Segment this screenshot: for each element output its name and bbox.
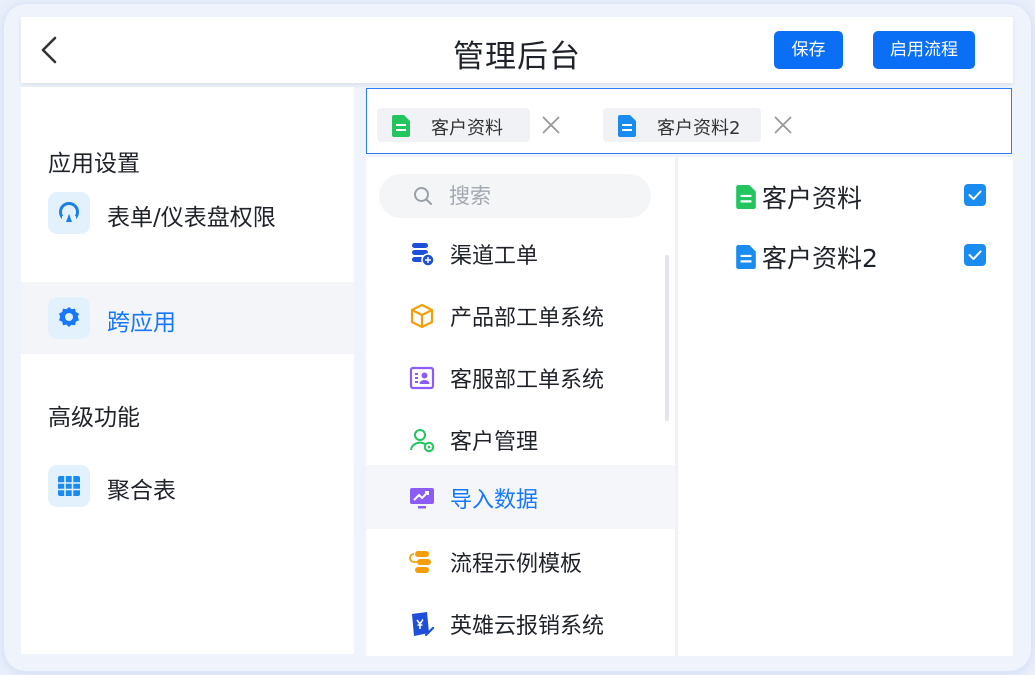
form-item-label: 客户资料2 bbox=[762, 244, 878, 273]
form-doc-icon bbox=[736, 245, 756, 269]
form-item[interactable]: 客户资料2 bbox=[678, 231, 1014, 281]
sidebar-item-form-dashboard-permission[interactable]: 表单/仪表盘权限 bbox=[21, 177, 354, 249]
app-item-label: 客户管理 bbox=[450, 430, 539, 455]
sidebar-item-label: 表单/仪表盘权限 bbox=[107, 205, 276, 231]
form-list-panel: 客户资料 客户资料2 bbox=[677, 157, 1013, 656]
app-list-panel: 渠道工单 产品部工单系统 客服部工单系统 客户管理 bbox=[366, 157, 675, 656]
app-item[interactable]: 产品部工单系统 bbox=[366, 283, 675, 347]
sidebar-item-aggregate-table[interactable]: 聚合表 bbox=[21, 450, 354, 522]
enable-flow-button[interactable]: 启用流程 bbox=[873, 31, 975, 69]
tag-label: 客户资料 bbox=[431, 118, 503, 139]
box-icon bbox=[410, 303, 434, 329]
permission-icon bbox=[48, 192, 90, 234]
selected-tag: 客户资料 bbox=[377, 108, 530, 142]
app-item-label: 渠道工单 bbox=[450, 244, 539, 269]
app-item-label: 导入数据 bbox=[450, 488, 539, 513]
top-bar: 管理后台 保存 启用流程 bbox=[21, 17, 1013, 83]
close-icon[interactable] bbox=[773, 115, 793, 135]
form-checkbox[interactable] bbox=[964, 244, 986, 266]
yen-doc-icon bbox=[412, 612, 435, 637]
user-gear-icon bbox=[410, 429, 435, 453]
table-icon bbox=[48, 465, 90, 507]
sidebar-item-label: 聚合表 bbox=[107, 478, 176, 504]
app-item[interactable]: 流程示例模板 bbox=[366, 529, 675, 593]
app-item-label: 客服部工单系统 bbox=[450, 368, 605, 393]
app-item[interactable]: 导入数据 bbox=[366, 465, 675, 529]
app-item[interactable]: 英雄云报销系统 bbox=[366, 591, 675, 655]
form-doc-icon bbox=[618, 115, 636, 137]
search-box bbox=[379, 174, 651, 218]
app-item-label: 英雄云报销系统 bbox=[450, 614, 605, 639]
search-icon bbox=[414, 187, 432, 205]
check-icon bbox=[968, 190, 982, 200]
sidebar-item-cross-app[interactable]: 跨应用 bbox=[21, 282, 354, 354]
db-settings-icon bbox=[412, 243, 435, 267]
section-title-advanced: 高级功能 bbox=[48, 405, 140, 431]
id-card-icon bbox=[409, 366, 435, 390]
app-item-label: 流程示例模板 bbox=[450, 552, 583, 577]
flow-icon bbox=[409, 551, 431, 573]
check-icon bbox=[968, 250, 982, 260]
form-doc-icon bbox=[392, 115, 410, 137]
app-item-label: 产品部工单系统 bbox=[450, 306, 605, 331]
app-item[interactable]: 客户管理 bbox=[366, 407, 675, 471]
form-doc-icon bbox=[736, 185, 756, 209]
form-checkbox[interactable] bbox=[964, 184, 986, 206]
gear-icon bbox=[48, 297, 90, 339]
app-item[interactable]: 渠道工单 bbox=[366, 221, 675, 285]
form-item-label: 客户资料 bbox=[762, 184, 863, 213]
selected-tag: 客户资料2 bbox=[603, 108, 761, 142]
app-item[interactable]: 客服部工单系统 bbox=[366, 345, 675, 409]
selected-forms-box: 客户资料 客户资料2 bbox=[366, 88, 1012, 154]
form-item[interactable]: 客户资料 bbox=[678, 171, 1014, 221]
page-title: 管理后台 bbox=[453, 39, 581, 75]
tag-label: 客户资料2 bbox=[657, 118, 741, 139]
section-title-app-settings: 应用设置 bbox=[48, 151, 140, 177]
save-button[interactable]: 保存 bbox=[774, 31, 843, 69]
close-icon[interactable] bbox=[541, 115, 561, 135]
sidebar-item-label: 跨应用 bbox=[107, 310, 176, 336]
sidebar: 应用设置 表单/仪表盘权限 跨应用 高级功能 聚合表 bbox=[21, 87, 354, 654]
monitor-chart-icon bbox=[410, 488, 434, 509]
search-input[interactable] bbox=[449, 174, 639, 218]
